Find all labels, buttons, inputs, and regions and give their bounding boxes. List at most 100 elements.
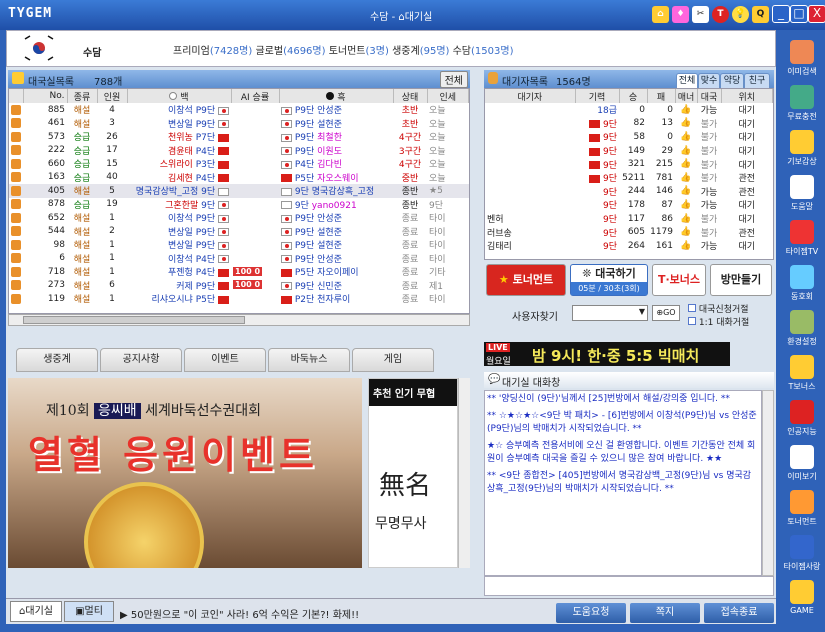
table-row[interactable]: 119 해설 1 리샤오시냐 P5단 P2단 천자루이 종료 타이 — [9, 292, 469, 306]
badge-icon[interactable]: ♦ — [672, 6, 689, 23]
list-item[interactable]: 9단 82 13 👍 불가 대기 — [485, 117, 773, 131]
quiz-icon[interactable]: Q — [752, 6, 769, 23]
chat-scrollbar[interactable] — [762, 390, 774, 576]
side-banner[interactable]: 추천 인기 무협 無名 무명무사 — [368, 378, 458, 568]
event-banner[interactable]: 제10회 응씨배 세계바둑선수권대회 열혈 응원이벤트 — [8, 378, 362, 568]
table-row[interactable]: 544 해설 2 변상일 P9단 P9단 설현준 종료 타이 — [9, 225, 469, 239]
search-go-button[interactable]: ⊕GO — [652, 305, 680, 321]
col-win[interactable]: 승 — [619, 89, 648, 103]
maximize-button[interactable]: □ — [790, 5, 808, 23]
table-row[interactable]: 222 승급 17 겸윤태 P4단 P9단 이원도 3구간 오늘 — [9, 144, 469, 158]
minimize-button[interactable]: _ — [772, 5, 790, 23]
col-manner[interactable]: 매너 — [675, 89, 698, 103]
stat-live[interactable]: 생중계(95명) — [392, 46, 449, 57]
table-row[interactable]: 652 해설 1 이창석 P9단 P9단 안성준 종료 타이 — [9, 211, 469, 225]
list-item[interactable]: 9단 244 146 👍 가능 관전 — [485, 185, 773, 199]
col-play[interactable]: 대국 — [697, 89, 722, 103]
tab-friends[interactable]: 친구 — [744, 73, 770, 89]
col-white[interactable]: 백 — [127, 89, 232, 103]
table-row[interactable]: 461 해설 3 변상일 P9단 P9단 설현준 초반 오늘 — [9, 117, 469, 131]
tab-live[interactable]: 생중계 — [16, 348, 98, 372]
create-room-button[interactable]: 방만들기 — [710, 264, 772, 296]
sidebar-item[interactable]: 동호회 — [782, 265, 822, 309]
games-hscrollbar[interactable] — [8, 314, 470, 326]
list-item[interactable]: 9단 321 215 👍 불가 대기 — [485, 157, 773, 171]
sidebar-item[interactable]: 이미검색 — [782, 40, 822, 84]
stat-global[interactable]: 글로벌(4696명) — [255, 46, 325, 57]
bonus-button[interactable]: T·보너스 — [652, 264, 706, 296]
col-player[interactable]: 대기자 — [485, 89, 576, 103]
tab-all[interactable]: 전체 — [676, 73, 698, 89]
sidebar-item[interactable]: 인공지능 — [782, 400, 822, 444]
banner-scrollbar[interactable] — [458, 378, 470, 568]
stat-sudam[interactable]: 수담(1503명) — [453, 46, 514, 57]
col-black[interactable]: 흑 — [279, 89, 394, 103]
list-item[interactable]: 러브송 9단 605 1179 👍 불가 관전 — [485, 225, 773, 239]
games-all-button[interactable]: 전체 — [439, 71, 468, 88]
col-loss[interactable]: 패 — [647, 89, 676, 103]
tab-lobby[interactable]: ⌂대기실 — [10, 601, 62, 622]
tab-multi[interactable]: ▣멀티 — [64, 601, 114, 622]
close-button[interactable]: X — [808, 5, 825, 23]
table-row[interactable]: 163 승급 40 김세현 P4단 P5단 자오스웨이 중반 오늘 — [9, 171, 469, 185]
sidebar-item[interactable]: 토너먼트 — [782, 490, 822, 534]
sidebar-item[interactable]: 도움말 — [782, 175, 822, 219]
checkbox-icon[interactable] — [688, 304, 696, 312]
list-item[interactable]: 9단 149 29 👍 불가 대기 — [485, 144, 773, 158]
rank-icon[interactable]: ⌂ — [652, 6, 669, 23]
tab-event[interactable]: 이벤트 — [184, 348, 266, 372]
disconnect-button[interactable]: 접속종료 — [704, 603, 774, 623]
sidebar-item[interactable]: 무료충전 — [782, 85, 822, 129]
checkbox-icon[interactable] — [688, 317, 696, 325]
sidebar-item[interactable]: 이미보기 — [782, 445, 822, 489]
list-item[interactable]: 9단 178 87 👍 가능 대기 — [485, 198, 773, 212]
search-select[interactable]: ▼ — [572, 305, 648, 321]
sidebar-item[interactable]: 타이젬TV — [782, 220, 822, 264]
col-no[interactable]: No. — [23, 89, 68, 103]
list-item[interactable]: 18급 0 0 👍 가능 대기 — [485, 103, 773, 117]
col-state[interactable]: 상태 — [393, 89, 428, 103]
tab-news[interactable]: 바둑뉴스 — [268, 348, 350, 372]
option-reject-match[interactable]: 대국신청거절 — [688, 302, 749, 315]
col-location[interactable]: 위치 — [721, 89, 773, 103]
table-row[interactable]: 6 해설 1 이창석 P4단 P9단 안성준 종료 타이 — [9, 252, 469, 266]
option-reject-chat[interactable]: 1:1 대화거절 — [688, 315, 749, 328]
col-rank[interactable]: 기력 — [575, 89, 620, 103]
scissors-icon[interactable]: ✂ — [692, 6, 709, 23]
table-row[interactable]: 718 해설 1 푸젠헝 P4단 100 0 P5단 자오이페이 종료 기타 — [9, 265, 469, 279]
tab-notice[interactable]: 공지사항 — [100, 348, 182, 372]
col-ai[interactable]: AI 승률 — [231, 89, 280, 103]
stat-tournament[interactable]: 토너먼트(3명) — [329, 46, 389, 57]
list-item[interactable]: 9단 5211 781 👍 불가 관전 — [485, 171, 773, 185]
table-row[interactable]: 273 해설 6 커제 P9단 100 0 P9단 신민준 종료 제1 — [9, 279, 469, 293]
tab-weak[interactable]: 약당 — [720, 73, 744, 89]
match-button[interactable]: ❊ 대국하기 05분 / 30초(3회) — [570, 264, 648, 296]
tab-rival[interactable]: 맞수 — [698, 73, 720, 89]
sidebar-item[interactable]: T보너스 — [782, 355, 822, 399]
table-row[interactable]: 878 승급 19 그혼한말 9단 9단 yano0921 종반 9단 — [9, 198, 469, 212]
list-item[interactable]: 김태리 9단 264 161 👍 가능 대기 — [485, 239, 773, 253]
table-row[interactable]: 405 해설 5 명국감상박_고정 9단 9단 명국감상흑_고정 종반 ★5 — [9, 184, 469, 198]
note-button[interactable]: 쪽지 — [630, 603, 700, 623]
stat-premium[interactable]: 프리미엄(7428명) — [173, 46, 252, 57]
sidebar-item[interactable]: 기보감상 — [782, 130, 822, 174]
col-type[interactable]: 종류 — [67, 89, 98, 103]
tab-game[interactable]: 게임 — [352, 348, 434, 372]
ticker-text[interactable]: ▶ 50만원으로 "이 코인" 사라! 6억 수익은 기본?! 화제!! — [120, 606, 359, 621]
table-row[interactable]: 660 승급 15 스위라이 P3단 P4단 김다빈 4구간 오늘 — [9, 157, 469, 171]
live-banner[interactable]: LIVE 월요일 밤 9시! 한·중 5:5 빅매치 — [484, 342, 730, 367]
col-extra[interactable]: 인세 — [427, 89, 469, 103]
sidebar-item[interactable]: 타이젬사랑 — [782, 535, 822, 579]
sidebar-item[interactable]: 환경설정 — [782, 310, 822, 354]
help-button[interactable]: 도움요청 — [556, 603, 626, 623]
t-point-icon[interactable]: T — [712, 6, 729, 23]
list-item[interactable]: 9단 58 0 👍 불가 대기 — [485, 130, 773, 144]
list-item[interactable]: 벤허 9단 117 86 👍 불가 대기 — [485, 212, 773, 226]
bulb-icon[interactable]: 💡 — [732, 6, 749, 23]
sidebar-item[interactable]: GAME — [782, 580, 822, 624]
table-row[interactable]: 885 해설 4 이창석 P9단 P9단 안성준 초반 오늘 — [9, 103, 469, 117]
tournament-button[interactable]: ★ 토너먼트 — [486, 264, 566, 296]
chat-input[interactable] — [484, 576, 774, 596]
col-people[interactable]: 인원 — [97, 89, 128, 103]
table-row[interactable]: 98 해설 1 변상일 P9단 P9단 설현준 종료 타이 — [9, 238, 469, 252]
